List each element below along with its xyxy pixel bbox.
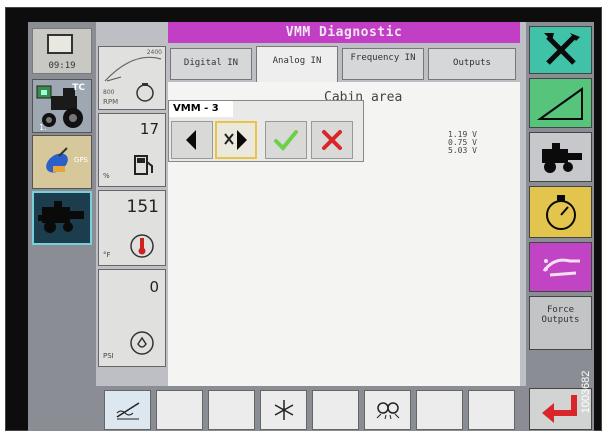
combine-setup-button[interactable]: [529, 132, 592, 182]
fuel-unit: %: [103, 172, 110, 180]
reel-level-icon: [116, 402, 139, 420]
fuel-pump-icon: [134, 155, 153, 175]
tab-digital-in[interactable]: Digital IN: [170, 48, 252, 80]
svg-text:1.: 1.: [39, 123, 47, 132]
asterisk-icon: [274, 400, 293, 420]
toolbar-slot-8[interactable]: [468, 390, 515, 430]
arrow-left-icon: [186, 130, 196, 150]
header-height-button[interactable]: [529, 78, 592, 128]
tab-frequency-in[interactable]: Frequency IN: [342, 48, 424, 80]
window-title: VMM Diagnostic: [168, 22, 520, 43]
gauge-icon: [546, 195, 576, 230]
water-level-button[interactable]: [104, 390, 151, 430]
popup-title: VMM - 3: [169, 101, 233, 117]
gps-label: GPS: [73, 156, 88, 164]
clock-time: 09:19: [48, 61, 76, 71]
clock-button[interactable]: 09:19: [32, 28, 92, 74]
monitor-icon: [47, 34, 73, 54]
pressure-value: 0: [149, 278, 159, 296]
tc-label: TC: [72, 83, 85, 93]
rpm-max-label: 2400: [146, 49, 162, 56]
pressure-unit: PSI: [103, 352, 114, 360]
left-nav: 09:19 1. TC GPS: [28, 22, 96, 431]
diagnostic-panel: Cabin area er 1.19 V 0.75 V 5.03 V VMM -…: [168, 82, 520, 386]
combine-icon: [542, 143, 582, 173]
close-icon: [322, 130, 342, 150]
spreader-button[interactable]: [364, 390, 411, 430]
cancel-button[interactable]: [311, 121, 353, 159]
temperature-unit: °F: [103, 251, 111, 259]
force-outputs-button[interactable]: Force Outputs: [529, 296, 592, 350]
fan-button[interactable]: [260, 390, 307, 430]
svg-text:1003682: 1003682: [580, 371, 592, 414]
tools-button[interactable]: [529, 26, 592, 74]
right-nav: Force Outputs 1003682: [526, 22, 594, 431]
tools-icon: [544, 33, 580, 65]
manual-override-button[interactable]: [529, 242, 592, 292]
engine-button[interactable]: [529, 186, 592, 238]
toolbar-slot-5[interactable]: [312, 390, 359, 430]
previous-button[interactable]: [171, 121, 213, 159]
hand-icon: [542, 258, 580, 277]
pressure-gauge: 0 PSI: [98, 269, 166, 367]
screen: 09:19 1. TC GPS 2400 800 RPM 17 % 151 °F…: [28, 22, 594, 431]
toolbar-slot-7[interactable]: [416, 390, 463, 430]
toolbar-slot-3[interactable]: [208, 390, 255, 430]
tractor-tc-button[interactable]: 1. TC: [32, 79, 92, 133]
tab-analog-in[interactable]: Analog IN: [256, 46, 338, 82]
display-bezel: 09:19 1. TC GPS 2400 800 RPM 17 % 151 °F…: [5, 7, 602, 431]
document-number: 1003682: [580, 371, 592, 414]
thermometer-icon: [130, 234, 154, 258]
rpm-scale-low: 800: [103, 89, 115, 96]
temperature-gauge: 151 °F: [98, 190, 166, 266]
tab-outputs[interactable]: Outputs: [428, 48, 516, 80]
module-selector-popup: VMM - 3: [168, 100, 364, 162]
combine-button[interactable]: [32, 191, 92, 245]
spreader-icon: [376, 402, 399, 420]
temperature-value: 151: [126, 197, 159, 217]
arrow-right-icon: [224, 130, 247, 150]
combine-icon: [38, 201, 84, 233]
rpm-gauge: 2400 800 RPM: [98, 46, 166, 110]
rpm-unit: RPM: [103, 98, 119, 106]
toolbar-slot-2[interactable]: [156, 390, 203, 430]
next-button[interactable]: [215, 121, 257, 159]
gauge-column: 2400 800 RPM 17 % 151 °F 0 PSI: [98, 46, 166, 406]
tab-bar: Digital IN Analog IN Frequency IN Output…: [168, 44, 520, 82]
bottom-toolbar: [96, 386, 526, 431]
fuel-gauge: 17 %: [98, 113, 166, 187]
gps-button[interactable]: GPS: [32, 135, 92, 189]
confirm-button[interactable]: [265, 121, 307, 159]
checkmark-icon: [274, 130, 298, 151]
oil-pressure-icon: [130, 331, 154, 355]
fuel-value: 17: [139, 120, 159, 138]
slope-icon: [536, 87, 583, 120]
voltage-reading: 5.03 V: [448, 146, 477, 155]
